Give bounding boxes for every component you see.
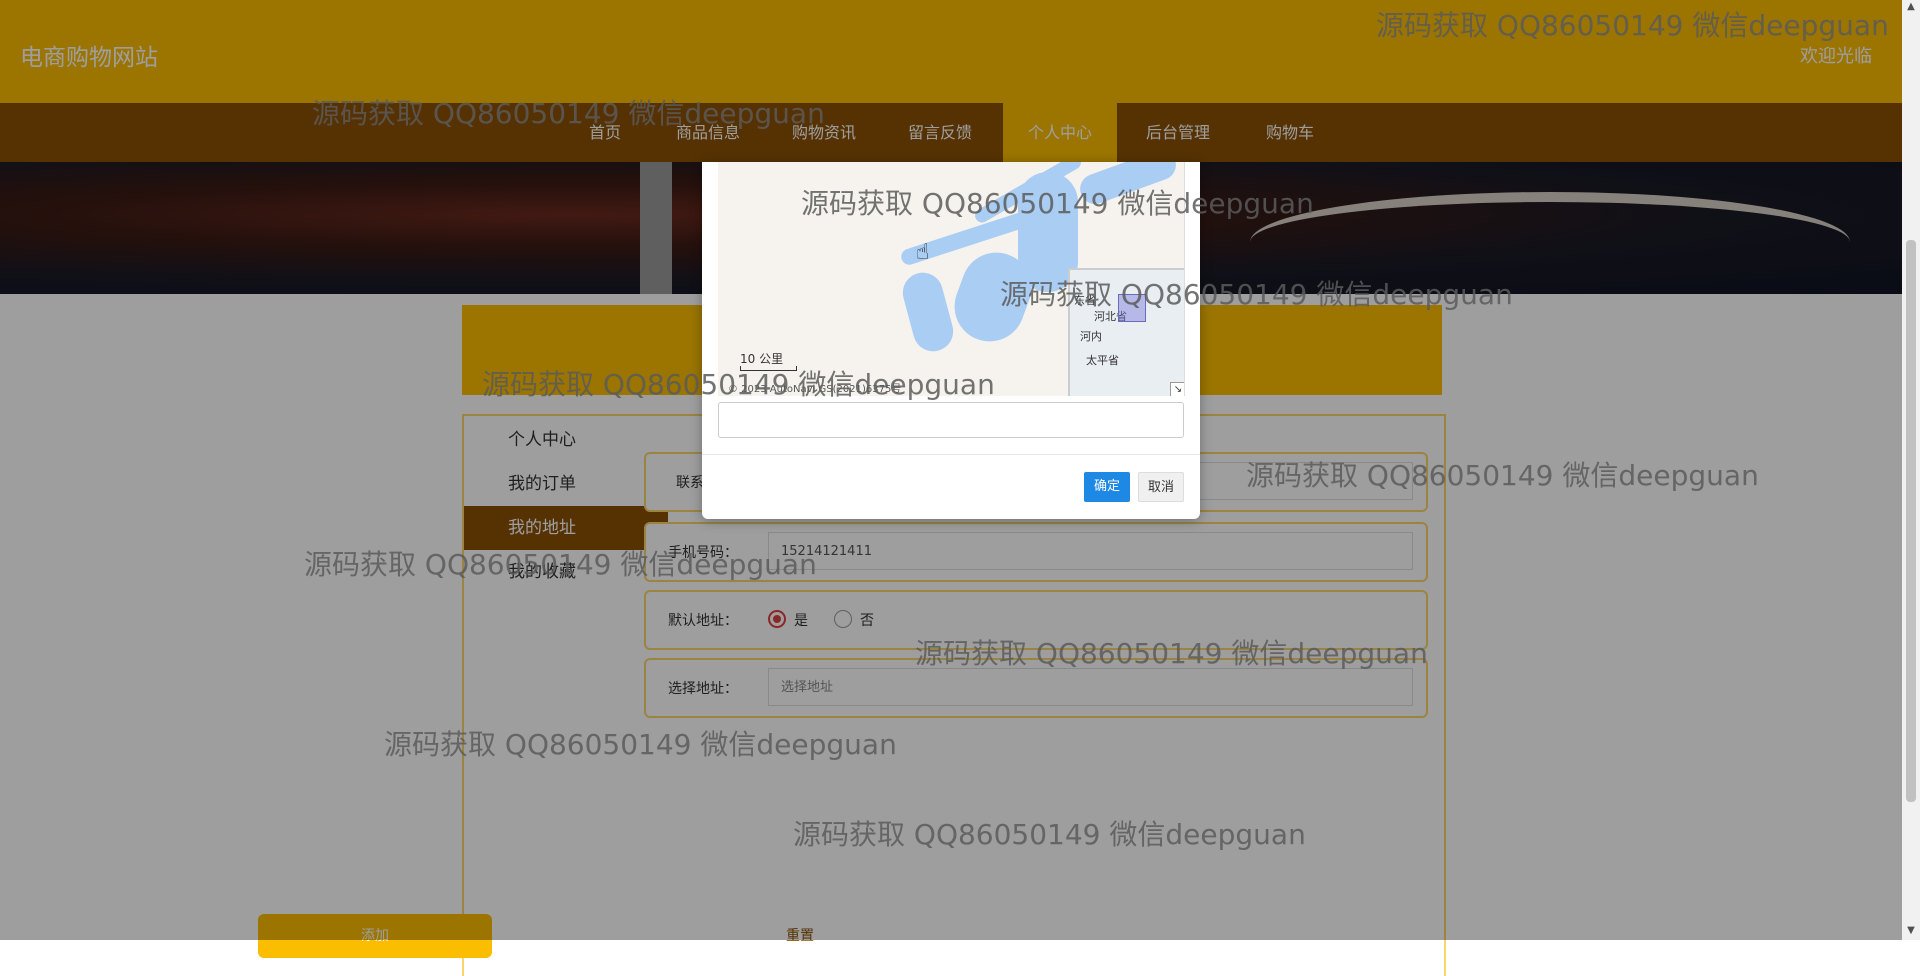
modal-divider [702,454,1200,455]
hand-cursor-icon: ☝ [916,240,930,265]
map-copyright: © 2023 AutoNavi GS(2021)6375号 [728,384,902,395]
minimap-label: 东省 [1074,294,1096,307]
map-scale-bar [740,366,797,371]
map-water-shape [1075,162,1181,209]
map-search-input[interactable] [718,402,1184,438]
map-view[interactable]: 10 公里 © 2023 AutoNavi GS(2021)6375号 东省 河… [718,162,1185,396]
map-dialog: 10 公里 © 2023 AutoNavi GS(2021)6375号 东省 河… [702,162,1200,519]
minimap-label: 太平省 [1086,354,1119,367]
page-scrollbar[interactable]: ▲ ▼ [1902,0,1920,940]
scroll-thumb[interactable] [1906,240,1916,802]
map-water-shape [898,268,958,356]
map-overview[interactable]: 东省 河北省 河内 太平省 ↘ [1068,268,1184,396]
scroll-up-icon[interactable]: ▲ [1906,2,1916,12]
map-scale-text: 10 公里 [740,352,784,366]
confirm-button[interactable]: 确定 [1084,472,1130,502]
minimap-label: 河内 [1080,330,1102,343]
minimap-toggle-icon[interactable]: ↘ [1170,382,1184,396]
cancel-button[interactable]: 取消 [1138,472,1184,502]
minimap-viewport-box[interactable] [1118,294,1146,322]
scroll-down-icon[interactable]: ▼ [1906,926,1916,936]
